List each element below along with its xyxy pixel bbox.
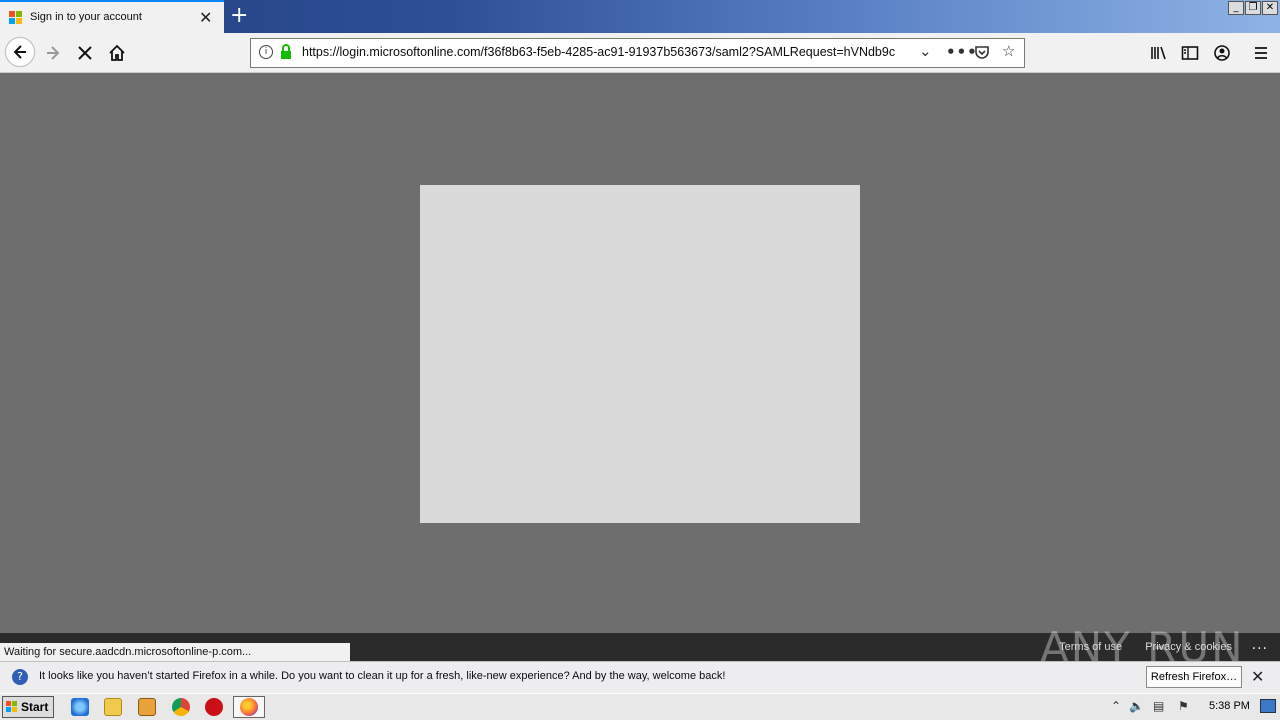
notification-bar: ? It looks like you haven’t started Fire… (0, 661, 1280, 693)
login-panel-placeholder (420, 185, 860, 523)
tab-close-icon[interactable]: ✕ (199, 8, 212, 27)
show-desktop-icon[interactable] (1260, 699, 1276, 713)
tab-sign-in[interactable]: Sign in to your account ✕ (0, 0, 224, 33)
media-player-icon[interactable] (138, 698, 156, 716)
url-text[interactable]: https://login.microsoftonline.com/f36f8b… (302, 45, 912, 59)
refresh-firefox-button[interactable]: Refresh Firefox… (1146, 666, 1242, 688)
start-button[interactable]: Start (2, 696, 54, 718)
network-icon[interactable]: ▤ (1153, 699, 1164, 713)
window-close-button[interactable]: ✕ (1262, 1, 1278, 15)
tab-strip: Sign in to your account ✕ + _ ❐ ✕ (0, 0, 1280, 33)
library-icon[interactable] (1146, 40, 1172, 66)
back-arrow-icon[interactable] (5, 37, 35, 67)
forward-arrow-icon[interactable] (40, 40, 66, 66)
volume-icon[interactable]: 🔈 (1129, 699, 1144, 713)
stop-icon[interactable] (72, 40, 98, 66)
chrome-icon[interactable] (172, 698, 190, 716)
account-icon[interactable] (1209, 40, 1235, 66)
footer-more-button[interactable]: ... (1252, 637, 1268, 653)
url-bar[interactable]: i https://login.microsoftonline.com/f36f… (250, 38, 1025, 68)
windows-flag-icon (6, 701, 18, 713)
star-icon[interactable]: ☆ (1002, 42, 1015, 60)
firefox-icon (240, 698, 258, 716)
microsoft-logo-icon (9, 11, 23, 25)
pocket-icon[interactable] (974, 42, 990, 64)
restore-button[interactable]: ❐ (1245, 1, 1261, 15)
privacy-cookies-link[interactable]: Privacy & cookies (1145, 641, 1232, 653)
home-icon[interactable] (104, 40, 130, 66)
system-tray: ⌃ 🔈 ▤ ⚑ (1106, 694, 1280, 720)
ie-icon[interactable] (71, 698, 89, 716)
terms-of-use-link[interactable]: Terms of use (1059, 641, 1122, 653)
question-icon: ? (12, 669, 28, 685)
taskbar: Start ⌃ 🔈 ▤ ⚑ 5:38 PM (0, 693, 1280, 720)
notification-close-icon[interactable]: ✕ (1251, 667, 1264, 686)
chevron-down-icon[interactable]: ⌄ (919, 42, 932, 60)
footer-links: Terms of use Privacy & cookies (1039, 641, 1232, 653)
tray-expand-icon[interactable]: ⌃ (1111, 699, 1121, 713)
page-footer: Waiting for secure.aadcdn.microsoftonlin… (0, 623, 1280, 672)
start-label: Start (21, 700, 49, 714)
hamburger-icon[interactable] (1248, 40, 1274, 66)
new-tab-button[interactable]: + (230, 3, 248, 29)
folder-icon[interactable] (104, 698, 122, 716)
taskbar-firefox-active[interactable] (233, 696, 265, 718)
status-text: Waiting for secure.aadcdn.microsoftonlin… (0, 643, 350, 661)
more-horiz-icon[interactable]: ••• (946, 43, 978, 61)
notification-message: It looks like you haven’t started Firefo… (39, 670, 726, 682)
minimize-button[interactable]: _ (1228, 1, 1244, 15)
clock[interactable]: 5:38 PM (1209, 700, 1250, 712)
navigation-toolbar: i https://login.microsoftonline.com/f36f… (0, 33, 1280, 73)
sidebar-icon[interactable] (1177, 40, 1203, 66)
action-center-flag-icon[interactable]: ⚑ (1178, 699, 1189, 713)
lock-icon[interactable] (280, 44, 292, 60)
tab-title: Sign in to your account (30, 11, 142, 23)
info-icon[interactable]: i (259, 45, 273, 59)
page-content (0, 73, 1280, 633)
opera-icon[interactable] (205, 698, 223, 716)
